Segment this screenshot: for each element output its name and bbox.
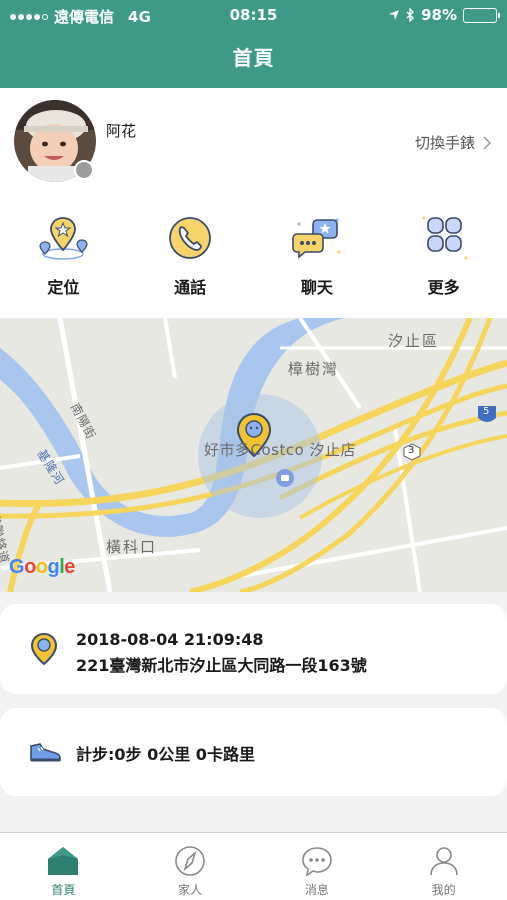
status-right: 98% — [388, 6, 500, 24]
switch-watch-label: 切換手錶 — [414, 134, 475, 152]
profile-section: 阿花 切換手錶 — [0, 88, 507, 200]
route-3-label: 3 — [408, 445, 415, 456]
bluetooth-icon — [406, 8, 415, 22]
status-bar: 遠傳電信 4G 08:15 98% — [0, 0, 507, 30]
compass-icon — [175, 846, 205, 876]
chevron-right-icon — [483, 135, 491, 150]
menu-item-chat[interactable]: 聊天 — [254, 200, 381, 318]
location-pin-icon — [30, 632, 58, 666]
battery-icon — [463, 7, 500, 23]
location-address: 221臺灣新北市汐止區大同路一段163號 — [76, 656, 367, 675]
sneaker-icon — [30, 743, 61, 762]
step-counter-card[interactable]: 計步:0步 0公里 0卡路里 — [0, 708, 507, 796]
more-grid-icon — [422, 216, 468, 260]
home-icon — [48, 847, 79, 875]
phone-call-icon — [169, 217, 212, 259]
menu-item-call[interactable]: 通話 — [127, 200, 254, 318]
tab-messages[interactable]: 消息 — [254, 833, 381, 900]
tab-label-home: 首頁 — [51, 883, 76, 897]
tab-family[interactable]: 家人 — [127, 833, 254, 900]
map-label-costco: 好市多Costco 汐止店 — [204, 441, 357, 459]
profile-name: 阿花 — [106, 122, 137, 140]
route-5-label: 5 — [483, 406, 490, 417]
menu-label-location: 定位 — [47, 278, 80, 297]
menu-label-more: 更多 — [427, 278, 460, 297]
tab-label-messages: 消息 — [304, 883, 329, 897]
location-arrow-icon — [389, 10, 400, 20]
message-icon — [302, 847, 332, 877]
tab-label-me: 我的 — [431, 883, 456, 897]
location-timestamp: 2018-08-04 21:09:48 — [76, 630, 264, 649]
online-status-indicator — [74, 160, 94, 180]
tab-label-family: 家人 — [178, 883, 203, 897]
map-label-xizhi: 汐止區 — [388, 332, 440, 350]
step-summary: 計步:0步 0公里 0卡路里 — [76, 745, 255, 764]
map-label-hengke: 橫科口 — [106, 538, 158, 556]
user-icon — [429, 847, 458, 876]
menu-item-more[interactable]: 更多 — [380, 200, 507, 318]
last-location-card[interactable]: 2018-08-04 21:09:48 221臺灣新北市汐止區大同路一段163號 — [0, 604, 507, 694]
battery-percent: 98% — [421, 6, 457, 24]
bottom-tab-bar: 首頁 家人 消息 我的 — [0, 832, 507, 900]
chat-bubbles-icon — [292, 218, 341, 259]
map-label-zhangshuwan: 樟樹灣 — [288, 360, 340, 378]
tab-home[interactable]: 首頁 — [0, 833, 127, 900]
google-logo: Google — [9, 556, 75, 578]
switch-watch-button[interactable]: 切換手錶 — [415, 132, 491, 153]
page-title: 首頁 — [232, 46, 275, 70]
menu-label-call: 通話 — [174, 278, 207, 297]
menu-label-chat: 聊天 — [300, 278, 333, 297]
map-view[interactable]: 汐止區 樟樹灣 南陽街 基隆河 好市多Costco 汐止店 橫科口 南港聯絡道 … — [0, 318, 507, 592]
menu-item-location[interactable]: 定位 — [0, 200, 127, 318]
quick-menu: 定位 通話 聊天 更多 — [0, 200, 507, 318]
location-pins-icon — [39, 217, 88, 260]
app-header: 遠傳電信 4G 08:15 98% 首頁 — [0, 0, 507, 88]
tab-me[interactable]: 我的 — [380, 833, 507, 900]
